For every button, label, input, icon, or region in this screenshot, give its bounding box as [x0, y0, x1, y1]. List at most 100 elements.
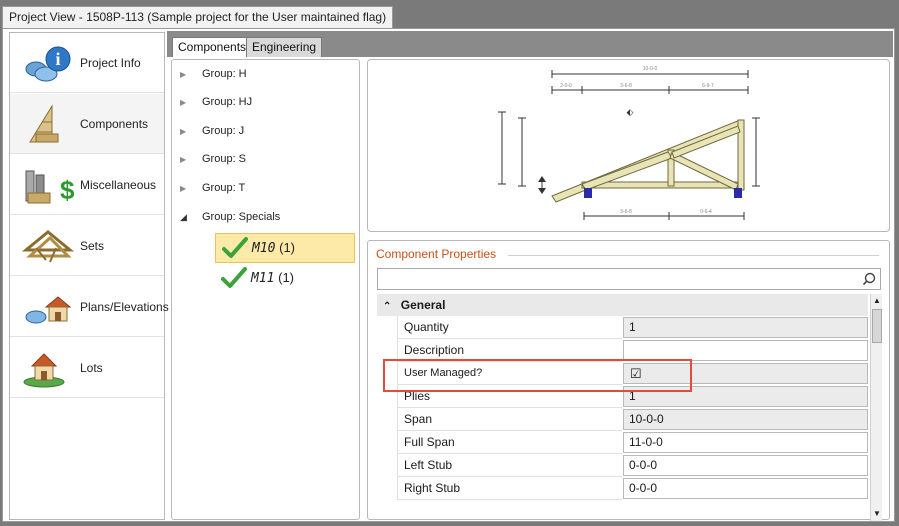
leaf-label: M11 (1)	[251, 270, 294, 286]
pitch-symbol-icon: ⬖	[627, 107, 634, 117]
property-row-span: Span 10-0-0	[377, 408, 868, 431]
property-row-full-span: Full Span 11-0-0	[377, 431, 868, 454]
property-value[interactable]: 0-0-0	[623, 478, 868, 499]
svg-text:i: i	[55, 49, 60, 69]
expand-arrow-icon[interactable]: ▶	[180, 98, 190, 107]
window-frame: Project View - 1508P-113 (Sample project…	[0, 0, 899, 526]
property-name: Left Stub	[397, 454, 622, 477]
property-row-left-stub: Left Stub 0-0-0	[377, 454, 868, 477]
property-name: Right Stub	[397, 477, 622, 500]
leaf-name: M10	[252, 241, 276, 256]
property-name: Plies	[397, 385, 622, 408]
house-plan-icon	[22, 285, 74, 329]
leaf-name: M11	[251, 271, 275, 286]
search-icon[interactable]	[862, 272, 876, 286]
property-row-right-stub: Right Stub 0-0-0	[377, 477, 868, 500]
property-name: Description	[397, 339, 622, 362]
tree-group-h[interactable]: ▶ Group: H	[180, 62, 247, 86]
property-value[interactable]: 10-0-0	[623, 409, 868, 430]
left-nav: i Project Info Components $ Miscellaneou…	[9, 32, 169, 520]
property-grid: ⌃ General Quantity 1 Description User Ma…	[377, 294, 868, 521]
group-label: Group: HJ	[202, 96, 253, 108]
property-name: Quantity	[397, 316, 622, 339]
tab-components[interactable]: Components	[172, 37, 253, 57]
checked-box-icon[interactable]: ☑	[630, 366, 642, 381]
property-search-input[interactable]	[377, 268, 881, 290]
property-value[interactable]: 0-0-0	[623, 455, 868, 476]
collapse-arrow-icon[interactable]: ◢	[180, 212, 190, 223]
dim-label: 0-6-4	[700, 209, 712, 215]
checkmark-icon	[222, 237, 248, 258]
component-tree: ▶ Group: H ▶ Group: HJ ▶ Group: J ▶ Grou…	[171, 59, 360, 520]
tree-group-s[interactable]: ▶ Group: S	[180, 147, 246, 171]
dim-label: 6-9-7	[702, 83, 714, 89]
house-lot-icon	[22, 346, 74, 390]
tree-group-t[interactable]: ▶ Group: T	[180, 176, 245, 200]
truss-component-icon	[22, 102, 74, 146]
leaf-count: (1)	[279, 240, 295, 255]
dim-label: 3-6-8	[620, 209, 632, 215]
title-divider	[508, 255, 879, 256]
tree-leaf-m11[interactable]: M11 (1)	[215, 263, 355, 293]
tree-group-specials[interactable]: ◢ Group: Specials	[180, 205, 280, 229]
property-row-description: Description	[377, 339, 868, 362]
expand-arrow-icon[interactable]: ▶	[180, 127, 190, 136]
component-properties-panel: Component Properties ⌃ General Quantity …	[367, 240, 890, 521]
checkmark-icon	[221, 267, 247, 288]
truss-drawing: 10-0-0 2-0-0 3-6-8 6-9-7 ⬖ 3-6-8 0-6-4	[498, 66, 760, 220]
window-title: Project View - 1508P-113 (Sample project…	[2, 6, 394, 28]
group-label: Group: S	[202, 153, 247, 165]
dim-label: 2-0-0	[560, 83, 572, 89]
tree-group-j[interactable]: ▶ Group: J	[180, 119, 244, 143]
collapse-chevron-icon[interactable]: ⌃	[383, 301, 391, 312]
property-name: Full Span	[397, 431, 622, 454]
nav-label: Sets	[80, 238, 105, 253]
nav-label: Plans/Elevations	[80, 299, 169, 314]
vertical-scrollbar[interactable]: ▲ ▼	[870, 294, 882, 521]
expand-arrow-icon[interactable]: ▶	[180, 155, 190, 164]
leaf-count: (1)	[278, 270, 294, 285]
property-value[interactable]: 1	[623, 386, 868, 407]
property-value[interactable]: 11-0-0	[623, 432, 868, 453]
expand-arrow-icon[interactable]: ▶	[180, 184, 190, 193]
dim-label: 10-0-0	[643, 66, 658, 72]
property-name: User Managed?	[397, 362, 622, 385]
tree-group-hj[interactable]: ▶ Group: HJ	[180, 90, 252, 114]
truss-set-icon	[21, 224, 75, 268]
nav-item-miscellaneous[interactable]: $ Miscellaneous	[10, 155, 164, 215]
scroll-up-arrow-icon[interactable]: ▲	[871, 294, 883, 308]
dim-label: 3-6-8	[620, 83, 632, 89]
description-field[interactable]	[623, 340, 868, 361]
tab-engineering[interactable]: Engineering	[246, 37, 323, 57]
category-row-general[interactable]: ⌃ General	[377, 294, 868, 316]
nav-item-lots[interactable]: Lots	[10, 338, 164, 398]
scroll-down-arrow-icon[interactable]: ▼	[871, 507, 883, 521]
nav-item-sets[interactable]: Sets	[10, 216, 164, 276]
group-label: Group: H	[202, 68, 247, 80]
leaf-label: M10 (1)	[252, 240, 295, 256]
nav-item-components[interactable]: Components	[10, 94, 164, 154]
nav-label: Miscellaneous	[80, 177, 157, 192]
nav-label: Lots	[80, 360, 103, 375]
hardware-dollar-icon: $	[22, 163, 75, 207]
property-row-user-managed: User Managed? ☑	[377, 362, 868, 385]
user-managed-checkbox[interactable]: ☑	[623, 363, 868, 384]
group-label: Group: T	[202, 182, 246, 194]
tree-leaf-m10[interactable]: M10 (1)	[215, 233, 355, 263]
property-row-quantity: Quantity 1	[377, 316, 868, 339]
info-globe-icon: i	[22, 41, 74, 85]
nav-label: Project Info	[80, 55, 141, 70]
property-row-plies: Plies 1	[377, 385, 868, 408]
svg-text:$: $	[60, 175, 74, 205]
group-label: Group: J	[202, 125, 245, 137]
project-view: i Project Info Components $ Miscellaneou…	[2, 28, 895, 522]
nav-label: Components	[80, 116, 149, 131]
properties-title: Component Properties	[376, 247, 501, 261]
property-value[interactable]: 1	[623, 317, 868, 338]
nav-item-project-info[interactable]: i Project Info	[10, 33, 164, 93]
scroll-thumb[interactable]	[872, 309, 882, 343]
expand-arrow-icon[interactable]: ▶	[180, 70, 190, 79]
category-label: General	[400, 298, 446, 312]
nav-item-plans-elevations[interactable]: Plans/Elevations	[10, 277, 169, 337]
truss-drawing-panel: 10-0-0 2-0-0 3-6-8 6-9-7 ⬖ 3-6-8 0-6-4	[367, 59, 890, 232]
